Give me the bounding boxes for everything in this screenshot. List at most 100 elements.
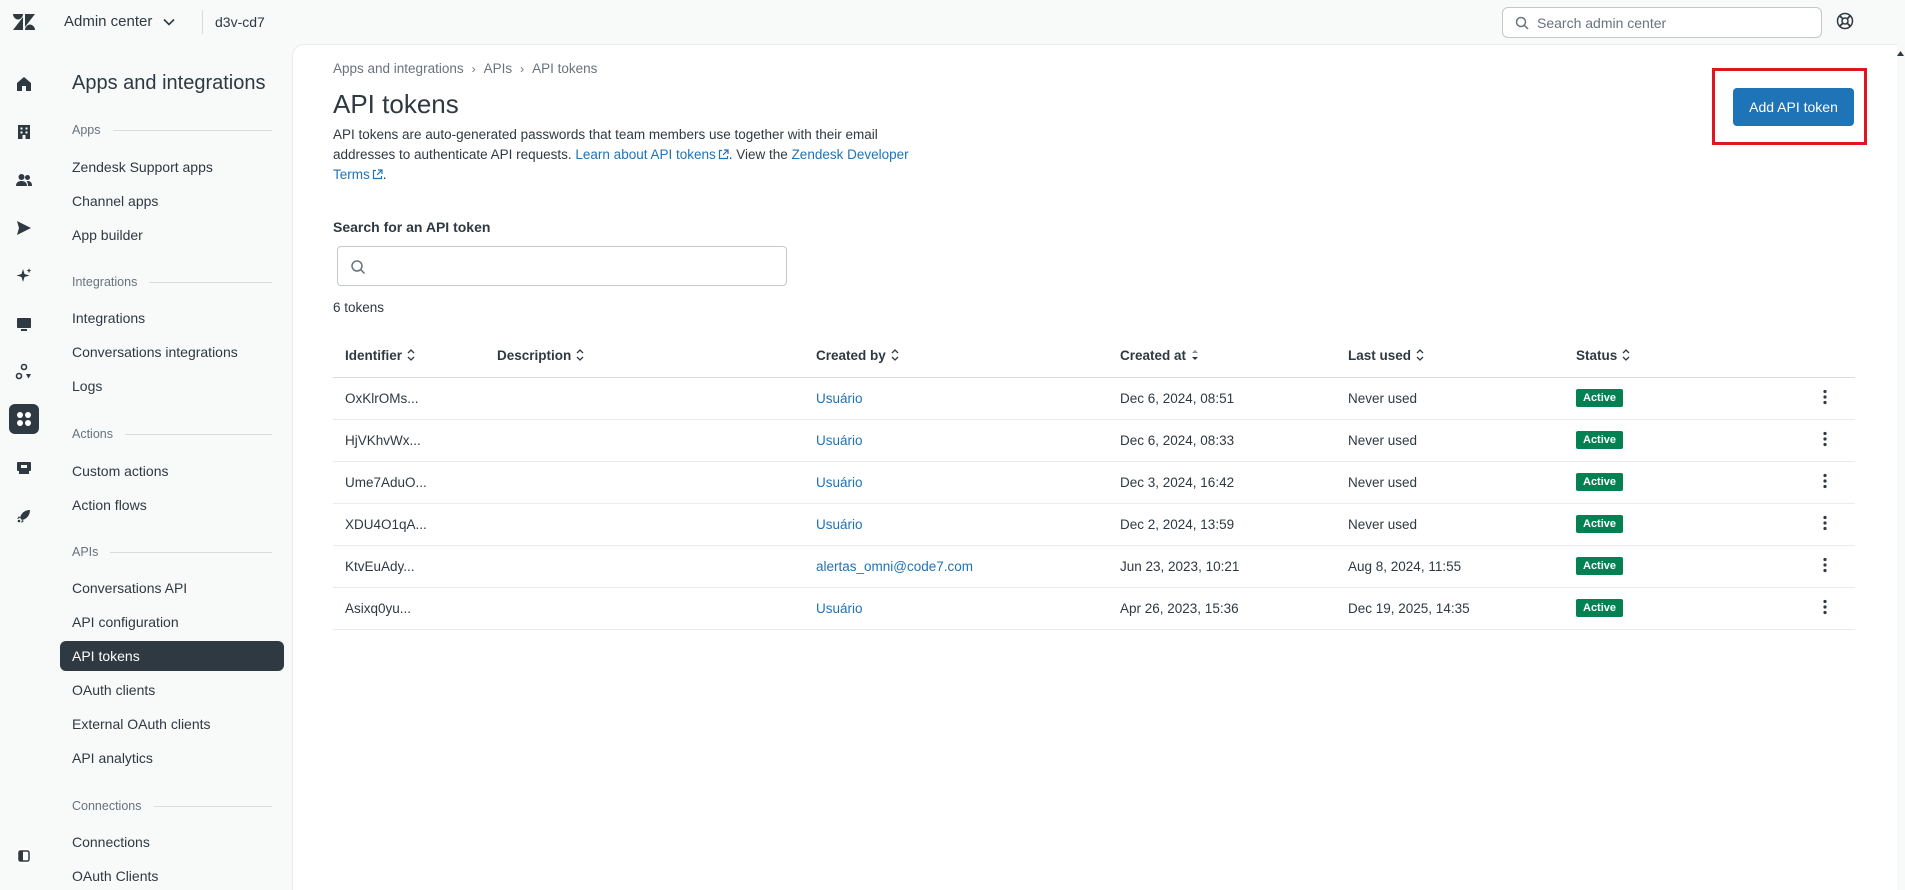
sidebar-toggle-icon (15, 847, 33, 865)
nav-item-connections[interactable]: Connections (60, 827, 284, 857)
sort-icon (576, 349, 584, 362)
column-status[interactable]: Status (1564, 335, 1783, 378)
rail-apps-integrations[interactable] (9, 404, 39, 434)
search-icon (351, 260, 366, 275)
token-created-at: Dec 6, 2024, 08:51 (1108, 377, 1336, 420)
breadcrumb-apis[interactable]: APIs (484, 61, 513, 76)
nav-item-custom-actions[interactable]: Custom actions (60, 456, 284, 486)
rail-collapse-toggle[interactable] (12, 844, 36, 868)
token-created-by[interactable]: alertas_omni@code7.com (804, 545, 1108, 588)
token-created-by[interactable]: Usuário (804, 419, 1108, 462)
nav-item-integrations[interactable]: Integrations (60, 303, 284, 333)
token-status-cell: Active (1564, 587, 1783, 630)
column-created-by[interactable]: Created by (804, 335, 1108, 378)
token-last-used: Never used (1336, 503, 1564, 546)
learn-about-api-tokens-link[interactable]: Learn about API tokens (575, 147, 729, 162)
storefront-icon (17, 462, 31, 474)
scroll-up-icon[interactable] (1896, 48, 1905, 60)
token-created-at: Apr 26, 2023, 15:36 (1108, 587, 1336, 630)
row-actions-cell[interactable] (1783, 419, 1855, 462)
row-actions-cell[interactable] (1783, 503, 1855, 546)
add-api-token-button[interactable]: Add API token (1733, 88, 1854, 126)
column-description[interactable]: Description (485, 335, 804, 378)
nav-item-api-configuration[interactable]: API configuration (60, 607, 284, 637)
kebab-menu-icon[interactable] (1816, 430, 1834, 448)
token-created-at: Dec 3, 2024, 16:42 (1108, 461, 1336, 504)
rail-workspaces[interactable] (12, 312, 36, 336)
sort-icon (407, 349, 415, 362)
zendesk-logo-icon[interactable] (12, 12, 36, 32)
kebab-menu-icon[interactable] (1816, 556, 1834, 574)
breadcrumb: Apps and integrations › APIs › API token… (333, 61, 597, 76)
rail-home[interactable] (12, 72, 36, 96)
account-name: d3v-cd7 (215, 14, 265, 30)
table-row[interactable]: HjVKhvWx... Usuário Dec 6, 2024, 08:33 Neve… (333, 419, 1855, 462)
apps-grid-icon (17, 412, 31, 426)
token-status-cell: Active (1564, 377, 1783, 420)
breadcrumb-apps-integrations[interactable]: Apps and integrations (333, 61, 464, 76)
external-link-icon (372, 169, 383, 180)
scrollbar[interactable] (1896, 44, 1905, 890)
nav-title: Apps and integrations (72, 72, 266, 94)
nav-item-api-analytics[interactable]: API analytics (60, 743, 284, 773)
row-actions-cell[interactable] (1783, 587, 1855, 630)
rail-people[interactable] (12, 168, 36, 192)
kebab-menu-icon[interactable] (1816, 598, 1834, 616)
column-last-used[interactable]: Last used (1336, 335, 1564, 378)
table-row[interactable]: Ume7AduO... Usuário Dec 3, 2024, 16:42 Neve… (333, 461, 1855, 504)
status-badge: Active (1576, 473, 1624, 491)
nav-item-logs[interactable]: Logs (60, 371, 284, 401)
rail-ai[interactable] (12, 264, 36, 288)
rail-objects[interactable] (12, 360, 36, 384)
admin-search[interactable] (1502, 7, 1822, 38)
nav-item-conversations-api[interactable]: Conversations API (60, 573, 284, 603)
kebab-menu-icon[interactable] (1816, 472, 1834, 490)
nav-item-api-tokens[interactable]: API tokens (60, 641, 284, 671)
nav-section-integrations: Integrations (72, 275, 272, 289)
rail-channels[interactable] (12, 216, 36, 240)
nav-item-oauth-clients[interactable]: OAuth clients (60, 675, 284, 705)
nav-item-zendesk-support-apps[interactable]: Zendesk Support apps (60, 152, 284, 182)
nav-item-conversations-integrations[interactable]: Conversations integrations (60, 337, 284, 367)
product-switcher[interactable]: Admin center (64, 13, 176, 30)
table-row[interactable]: Asixq0yu... Usuário Apr 26, 2023, 15:36 Dec… (333, 587, 1855, 630)
nav-item-oauth-clients-connections[interactable]: OAuth Clients (60, 861, 284, 890)
nav-item-app-builder[interactable]: App builder (60, 220, 284, 250)
nav-section-connections: Connections (72, 799, 272, 813)
kebab-menu-icon[interactable] (1816, 514, 1834, 532)
rail-marketplace[interactable] (12, 456, 36, 480)
row-actions-cell[interactable] (1783, 545, 1855, 588)
table-row[interactable]: XDU4O1qA... Usuário Dec 2, 2024, 13:59 Neve… (333, 503, 1855, 546)
nav-section-actions: Actions (72, 427, 272, 441)
rail-getting-started[interactable] (12, 504, 36, 528)
token-search-box[interactable] (337, 246, 787, 286)
token-status-cell: Active (1564, 545, 1783, 588)
nav-item-external-oauth-clients[interactable]: External OAuth clients (60, 709, 284, 739)
column-created-at[interactable]: Created at (1108, 335, 1336, 378)
admin-search-input[interactable] (1537, 14, 1821, 31)
column-identifier[interactable]: Identifier (333, 335, 485, 378)
token-search-input[interactable] (376, 255, 776, 279)
chevron-down-icon (163, 18, 175, 26)
token-description (485, 545, 804, 588)
table-row[interactable]: OxKlrOMs... Usuário Dec 6, 2024, 08:51 Neve… (333, 377, 1855, 420)
token-last-used: Never used (1336, 419, 1564, 462)
token-created-by[interactable]: Usuário (804, 377, 1108, 420)
token-count: 6 tokens (333, 300, 385, 315)
send-icon (17, 221, 31, 235)
token-status-cell: Active (1564, 461, 1783, 504)
help-lifebuoy-icon[interactable] (1836, 12, 1854, 30)
row-actions-cell[interactable] (1783, 461, 1855, 504)
nav-section-apis: APIs (72, 545, 272, 559)
token-created-by[interactable]: Usuário (804, 461, 1108, 504)
row-actions-cell[interactable] (1783, 377, 1855, 420)
table-row[interactable]: KtvEuAdy... alertas_omni@code7.com Jun 23,… (333, 545, 1855, 588)
token-created-by[interactable]: Usuário (804, 587, 1108, 630)
nav-item-action-flows[interactable]: Action flows (60, 490, 284, 520)
top-bar: Admin center d3v-cd7 (0, 0, 1905, 44)
objects-rules-icon (15, 363, 31, 380)
rail-account[interactable] (12, 120, 36, 144)
kebab-menu-icon[interactable] (1816, 388, 1834, 406)
nav-item-channel-apps[interactable]: Channel apps (60, 186, 284, 216)
token-created-by[interactable]: Usuário (804, 503, 1108, 546)
